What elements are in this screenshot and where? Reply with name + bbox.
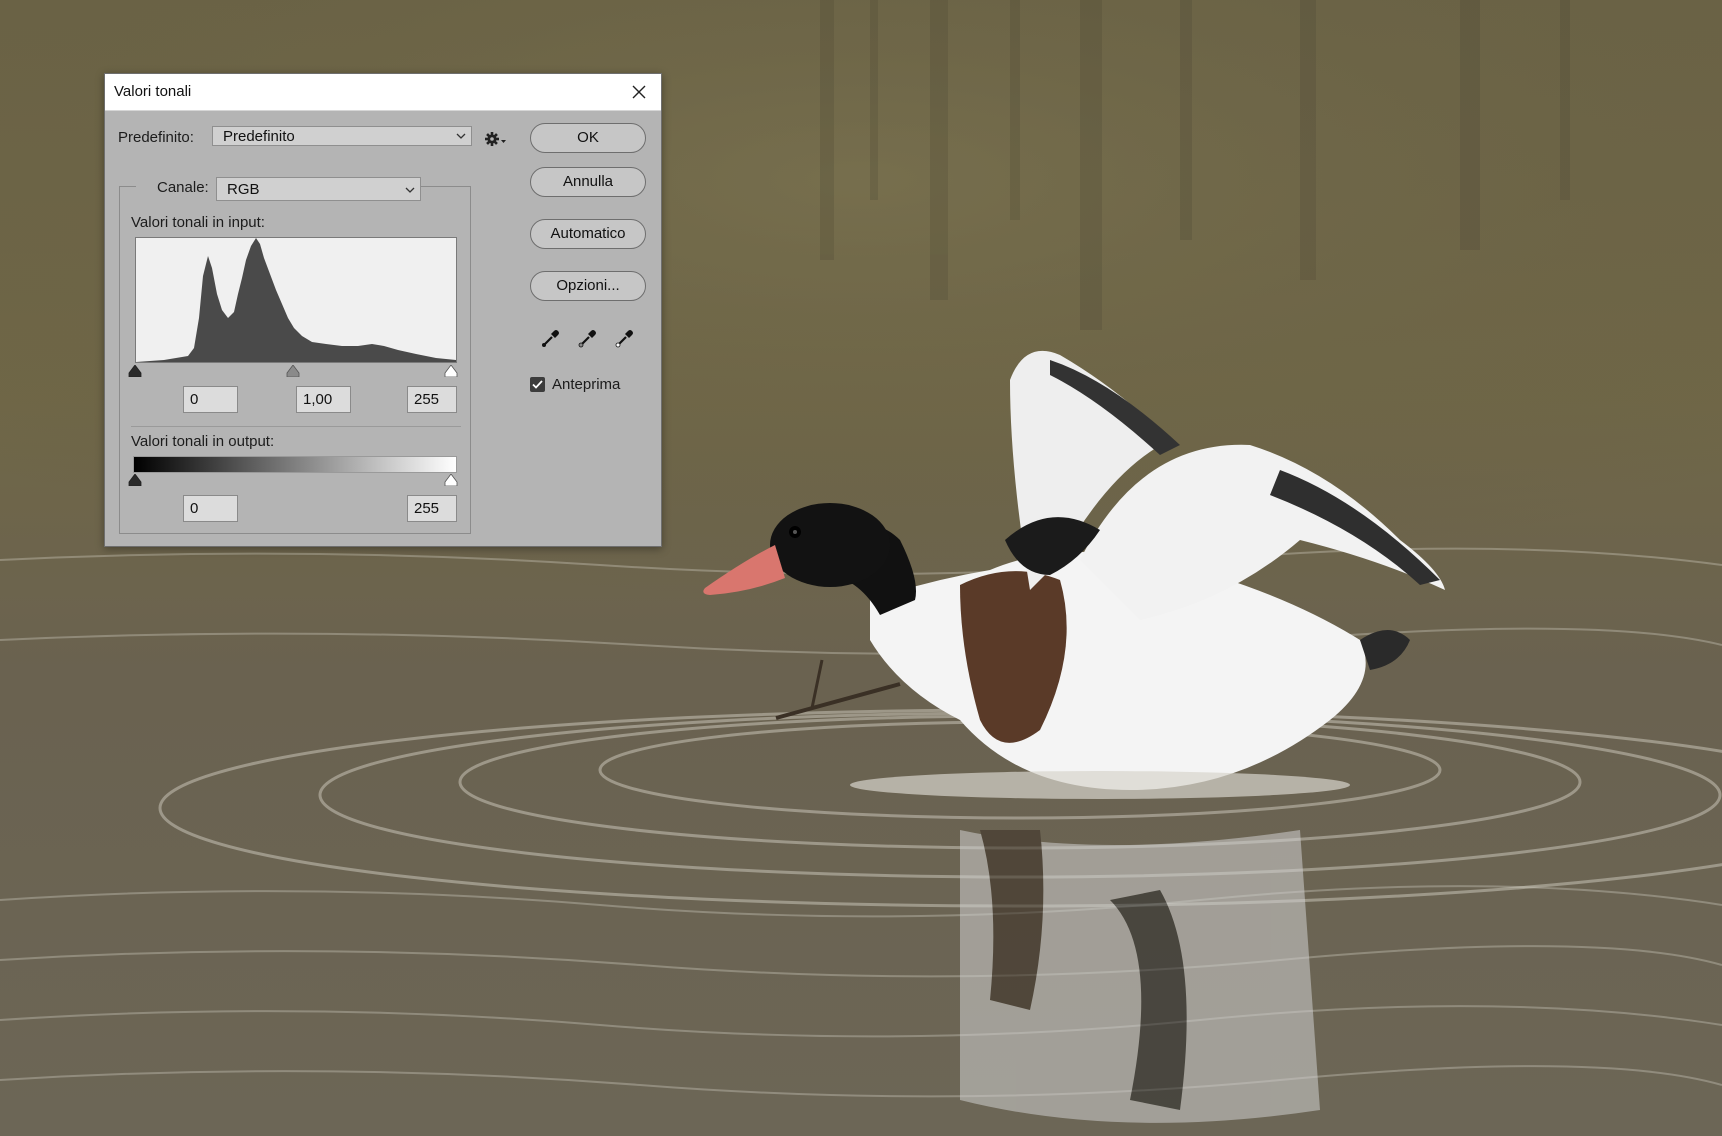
levels-dialog: Valori tonali Predefinito: Predefinito C… [104, 73, 662, 547]
auto-button[interactable]: Automatico [530, 219, 646, 249]
preset-select[interactable]: Predefinito [212, 126, 472, 146]
output-gradient [133, 456, 457, 473]
chevron-down-icon [405, 187, 415, 193]
preview-label: Anteprima [552, 376, 621, 393]
input-white-field[interactable]: 255 [407, 386, 457, 413]
output-white-slider[interactable] [444, 474, 458, 486]
section-divider [131, 426, 461, 427]
input-white-slider[interactable] [444, 365, 458, 377]
cancel-button[interactable]: Annulla [530, 167, 646, 197]
input-gamma-field[interactable]: 1,00 [296, 386, 351, 413]
white-point-dropper-icon[interactable] [613, 326, 637, 350]
preset-label: Predefinito: [118, 129, 194, 146]
histogram-shape [136, 238, 456, 362]
gear-icon[interactable] [483, 129, 507, 149]
histogram [135, 237, 457, 363]
close-icon[interactable] [625, 78, 653, 106]
output-black-slider[interactable] [128, 474, 142, 486]
output-black-field[interactable]: 0 [183, 495, 238, 522]
input-black-slider[interactable] [128, 365, 142, 377]
gray-point-dropper-icon[interactable] [576, 326, 600, 350]
checkbox-checked-icon [532, 380, 543, 389]
chevron-down-icon [456, 133, 466, 139]
black-point-dropper-icon[interactable] [539, 326, 563, 350]
ok-button[interactable]: OK [530, 123, 646, 153]
dialog-title: Valori tonali [114, 83, 192, 100]
channel-label: Canale: [157, 179, 209, 196]
channel-select[interactable]: RGB [216, 177, 421, 201]
channel-value: RGB [227, 181, 260, 198]
input-levels-label: Valori tonali in input: [131, 214, 265, 231]
options-button[interactable]: Opzioni... [530, 271, 646, 301]
preview-checkbox[interactable] [530, 377, 545, 392]
preset-value: Predefinito [223, 128, 295, 145]
output-white-field[interactable]: 255 [407, 495, 457, 522]
dialog-titlebar[interactable]: Valori tonali [105, 74, 661, 111]
input-gamma-slider[interactable] [286, 365, 300, 377]
input-black-field[interactable]: 0 [183, 386, 238, 413]
output-levels-label: Valori tonali in output: [131, 433, 275, 450]
